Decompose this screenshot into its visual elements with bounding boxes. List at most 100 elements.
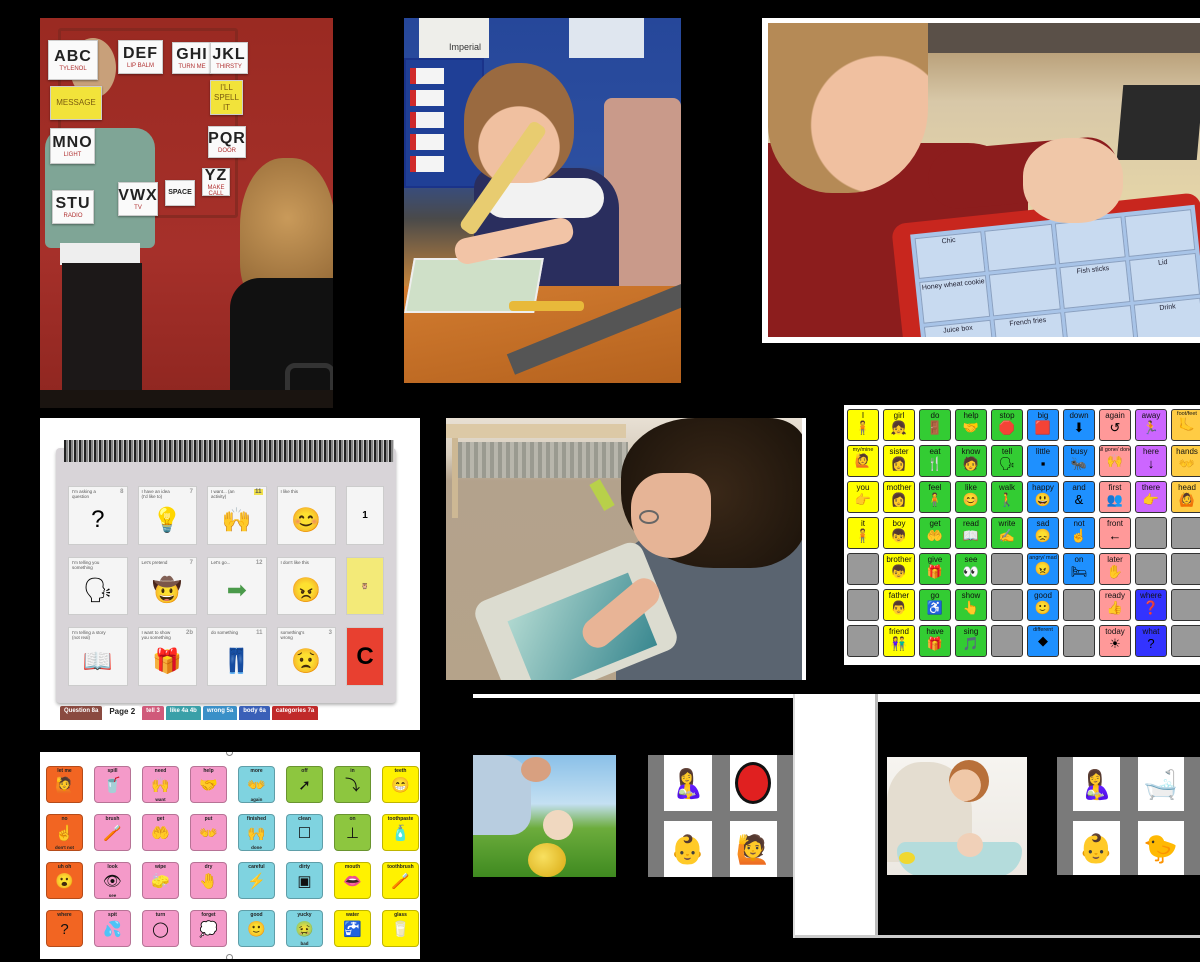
activity-cell[interactable]: forget 💭 <box>190 910 227 947</box>
app-symbol-button[interactable]: Fish sticks <box>1058 260 1131 309</box>
symbol-cell[interactable]: hands 👐 <box>1171 445 1200 477</box>
symbol-cell[interactable]: my/mine 🙋 <box>847 445 879 477</box>
symbol-cell[interactable]: today ☀ <box>1099 625 1131 657</box>
symbol-cell[interactable]: away 🏃 <box>1135 409 1167 441</box>
symbol-cell[interactable] <box>1171 553 1200 585</box>
app-symbol-button[interactable] <box>1054 216 1126 265</box>
symbol-cell[interactable]: read 📖 <box>955 517 987 549</box>
symbol-cell[interactable]: boy 👦 <box>883 517 915 549</box>
activity-cell[interactable]: more 👐 again <box>238 766 275 803</box>
symbol-cell[interactable]: sister 👩 <box>883 445 915 477</box>
activity-cell[interactable]: good 🙂 <box>238 910 275 947</box>
symbol-cell[interactable] <box>1135 517 1167 549</box>
side-tab[interactable]: 1 <box>346 486 384 545</box>
symbol-cell[interactable]: show 👆 <box>955 589 987 621</box>
symbol-cell[interactable]: girl 👧 <box>883 409 915 441</box>
symbol-cell[interactable]: it 🧍 <box>847 517 879 549</box>
section-tab[interactable]: Question 8a <box>60 706 103 720</box>
symbol-cell[interactable] <box>1171 517 1200 549</box>
activity-cell[interactable]: dirty ▣ <box>286 862 323 899</box>
activity-cell[interactable]: spit 💦 <box>94 910 131 947</box>
book-cell[interactable]: Let's go... 12 ➡ <box>207 556 267 616</box>
activity-cell[interactable]: toothpaste 🧴 <box>382 814 419 851</box>
symbol-cell[interactable] <box>991 625 1023 657</box>
activity-cell[interactable]: glass 🥛 <box>382 910 419 947</box>
symbol-cell[interactable]: here ↓ <box>1135 445 1167 477</box>
symbol-cell[interactable]: on 🛏 <box>1063 553 1095 585</box>
symbol-cell[interactable]: not ☝ <box>1063 517 1095 549</box>
symbol-cell[interactable] <box>847 589 879 621</box>
symbol-cell[interactable]: go ♿ <box>919 589 951 621</box>
symbol-cell[interactable]: stop 🛑 <box>991 409 1023 441</box>
symbol-cell[interactable]: brother 👦 <box>883 553 915 585</box>
symbol-cell[interactable]: tell 🗣 <box>991 445 1023 477</box>
symbol-cell[interactable] <box>1063 625 1095 657</box>
symbol-cell[interactable]: help 🤝 <box>955 409 987 441</box>
app-symbol-button[interactable]: Honey wheat cookie <box>919 275 991 324</box>
app-symbol-button[interactable] <box>984 223 1056 272</box>
symbol-cell[interactable]: angry/ mad 😠 <box>1027 553 1059 585</box>
activity-cell[interactable]: yucky 🤢 bad <box>286 910 323 947</box>
activity-cell[interactable]: wipe 🧽 <box>142 862 179 899</box>
activity-cell[interactable]: brush 🪥 <box>94 814 131 851</box>
symbol-cell[interactable]: where ❓ <box>1135 589 1167 621</box>
app-symbol-button[interactable]: Chic <box>914 231 986 280</box>
activity-cell[interactable]: uh oh 😮 <box>46 862 83 899</box>
activity-cell[interactable]: where? <box>46 910 83 947</box>
symbol-cell[interactable] <box>847 625 879 657</box>
symbol-cell[interactable]: foot/feet 🦶 <box>1171 409 1200 441</box>
book-cell[interactable]: I like this 😊 <box>276 486 336 545</box>
activity-cell[interactable]: put 👐 <box>190 814 227 851</box>
symbol-cell[interactable]: later ✋ <box>1099 553 1131 585</box>
symbol-cell[interactable]: sing 🎵 <box>955 625 987 657</box>
symbol-cell[interactable]: good 🙂 <box>1027 589 1059 621</box>
book-cell[interactable]: I don't like this 😠 <box>276 556 336 616</box>
symbol-cell[interactable]: happy 😃 <box>1027 481 1059 513</box>
symbol-cell[interactable]: have 🎁 <box>919 625 951 657</box>
symbol-cell[interactable]: what? <box>1135 625 1167 657</box>
symbol-cell[interactable]: front ← <box>1099 517 1131 549</box>
activity-cell[interactable]: turn ◯ <box>142 910 179 947</box>
activity-cell[interactable]: get 🤲 <box>142 814 179 851</box>
symbol-cell[interactable]: father 👨 <box>883 589 915 621</box>
symbol-cell[interactable]: first 👥 <box>1099 481 1131 513</box>
symbol-cell[interactable]: I 🧍 <box>847 409 879 441</box>
section-tab[interactable]: tell 3 <box>142 706 164 720</box>
symbol-cell[interactable]: get 🤲 <box>919 517 951 549</box>
side-tab[interactable]: C <box>346 627 384 687</box>
section-tab[interactable]: Page 2 <box>104 706 141 720</box>
activity-cell[interactable]: water 🚰 <box>334 910 371 947</box>
symbol-cell[interactable]: busy 🐜 <box>1063 445 1095 477</box>
symbol-cell[interactable]: all gone/ done 🙌 <box>1099 445 1131 477</box>
book-cell[interactable]: I want... (an activity) 11 🙌 <box>207 486 267 545</box>
app-symbol-button[interactable] <box>989 267 1061 317</box>
section-tab[interactable]: body 6a <box>239 706 270 720</box>
symbol-cell[interactable]: ready 👍 <box>1099 589 1131 621</box>
symbol-cell[interactable] <box>847 553 879 585</box>
activity-cell[interactable]: careful ⚡ <box>238 862 275 899</box>
symbol-cell[interactable] <box>991 589 1023 621</box>
symbol-cell[interactable]: write ✍ <box>991 517 1023 549</box>
symbol-cell[interactable]: like 😊 <box>955 481 987 513</box>
symbol-cell[interactable]: head 🙆 <box>1171 481 1200 513</box>
activity-cell[interactable]: look 👁 see <box>94 862 131 899</box>
symbol-cell[interactable]: you 👉 <box>847 481 879 513</box>
symbol-cell[interactable]: down ⬇ <box>1063 409 1095 441</box>
activity-cell[interactable]: in ⤵ <box>334 766 371 803</box>
symbol-cell[interactable] <box>1135 553 1167 585</box>
symbol-cell[interactable]: and & <box>1063 481 1095 513</box>
symbol-cell[interactable]: eat 🍴 <box>919 445 951 477</box>
activity-cell[interactable]: help 🤝 <box>190 766 227 803</box>
symbol-cell[interactable]: there 👉 <box>1135 481 1167 513</box>
symbol-cell[interactable]: big 🟥 <box>1027 409 1059 441</box>
activity-cell[interactable]: no ☝ don't not <box>46 814 83 851</box>
book-cell[interactable]: do something 11 👖 <box>207 627 267 686</box>
symbol-cell[interactable]: see 👀 <box>955 553 987 585</box>
symbol-cell[interactable]: again ↺ <box>1099 409 1131 441</box>
symbol-cell[interactable]: different ◆ <box>1027 625 1059 657</box>
activity-cell[interactable]: toothbrush 🪥 <box>382 862 419 899</box>
app-symbol-button[interactable]: French fries <box>993 312 1065 337</box>
symbol-cell[interactable]: friend 👫 <box>883 625 915 657</box>
section-tab[interactable]: wrong 5a <box>202 706 238 720</box>
section-tab[interactable]: like 4a 4b <box>165 706 201 720</box>
